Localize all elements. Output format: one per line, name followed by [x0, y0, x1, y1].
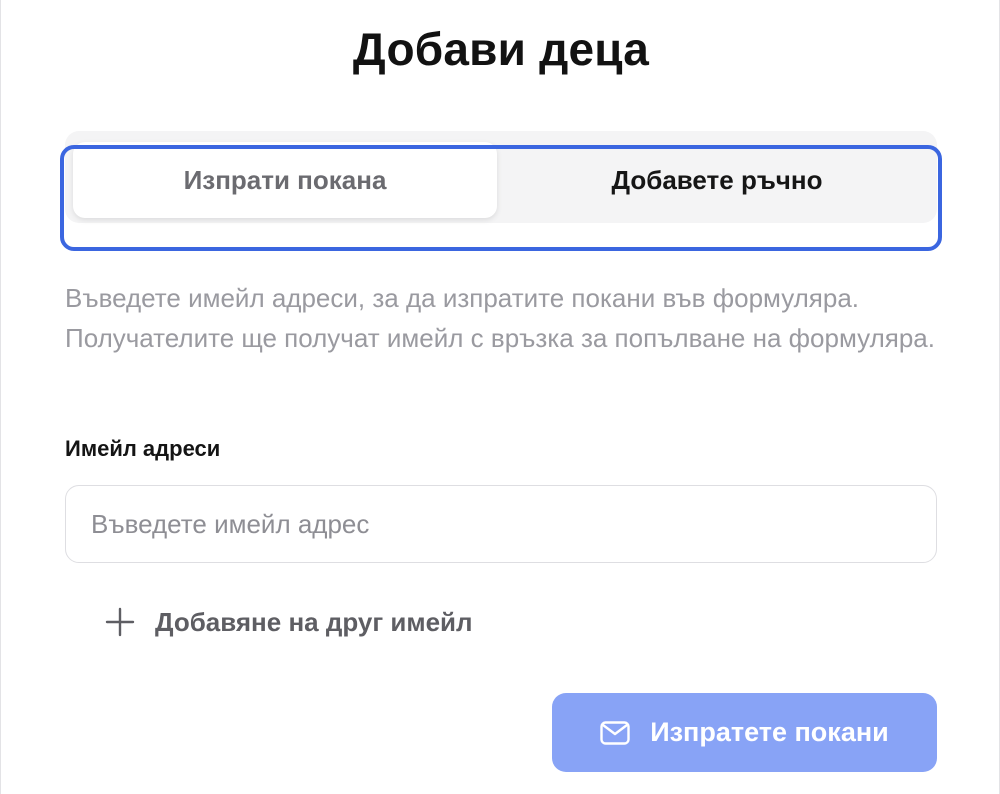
tab-send-invitation-label: Изпрати покана [183, 164, 387, 195]
dialog-title: Добави деца [352, 23, 650, 75]
send-invitations-button[interactable]: Изпратете покани [552, 693, 937, 772]
email-input[interactable] [65, 485, 937, 563]
send-invitations-label: Изпратете покани [650, 717, 889, 747]
invite-description: Въведете имейл адреси, за да изпратите п… [65, 283, 935, 353]
tab-add-manually-label: Добавете ръчно [611, 164, 823, 195]
email-addresses-label: Имейл адреси [65, 436, 221, 461]
add-another-email-label: Добавяне на друг имейл [155, 606, 473, 637]
tab-add-manually[interactable]: Добавете ръчно [501, 142, 933, 218]
add-another-email-button[interactable]: Добавяне на друг имейл [105, 600, 473, 644]
plus-icon [105, 607, 135, 637]
add-children-dialog: Добави деца Изпрати покана Добавете ръчн… [0, 0, 1000, 794]
mail-icon [600, 720, 630, 745]
tab-send-invitation[interactable]: Изпрати покана [73, 142, 497, 218]
